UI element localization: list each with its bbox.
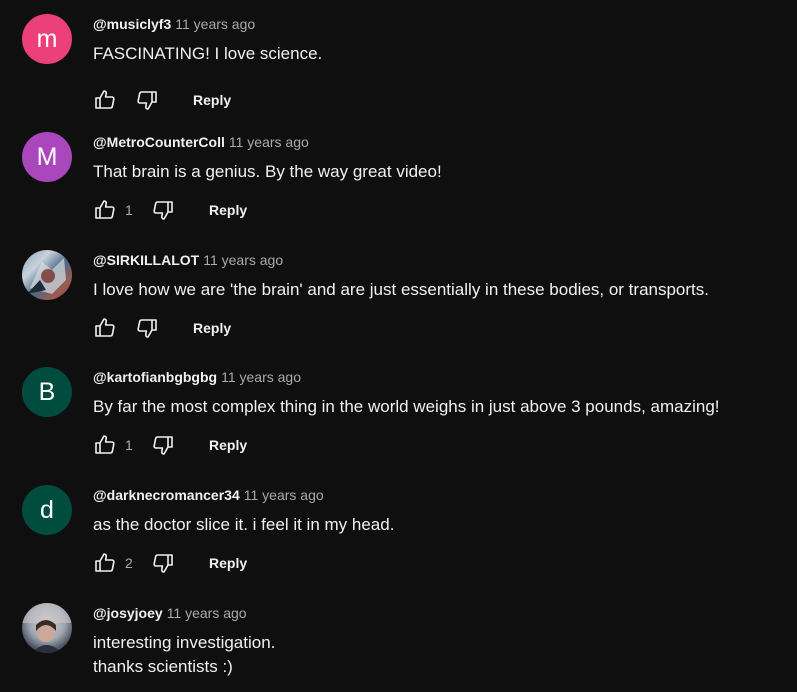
like-count: 1 bbox=[125, 437, 133, 453]
thumbs-down-icon[interactable] bbox=[151, 433, 175, 457]
avatar-image bbox=[27, 258, 66, 294]
comment-actions: Reply bbox=[93, 84, 231, 116]
comment-author[interactable]: @josyjoey bbox=[93, 605, 163, 621]
thumbs-up-icon[interactable] bbox=[93, 316, 117, 340]
reply-button[interactable]: Reply bbox=[193, 320, 231, 336]
reply-button[interactable]: Reply bbox=[209, 555, 247, 571]
comment-text: FASCINATING! I love science. bbox=[93, 44, 323, 63]
comment-actions: 1 Reply bbox=[93, 194, 247, 226]
avatar[interactable]: d bbox=[22, 485, 72, 535]
comment-author[interactable]: @kartofianbgbgbg bbox=[93, 369, 217, 385]
comment-actions: 2 Reply bbox=[93, 547, 247, 579]
comment-text: interesting investigation. thanks scient… bbox=[93, 633, 276, 676]
comment-text: I love how we are 'the brain' and are ju… bbox=[93, 280, 709, 299]
avatar[interactable] bbox=[22, 250, 72, 300]
comment-timestamp[interactable]: 11 years ago bbox=[221, 369, 301, 385]
comment-text: That brain is a genius. By the way great… bbox=[93, 162, 442, 181]
avatar[interactable]: m bbox=[22, 14, 72, 64]
avatar-image bbox=[22, 603, 72, 653]
thumbs-down-icon[interactable] bbox=[135, 316, 159, 340]
comment-actions: 1 Reply bbox=[93, 429, 247, 461]
reply-button[interactable]: Reply bbox=[209, 437, 247, 453]
comment-timestamp[interactable]: 11 years ago bbox=[203, 252, 283, 268]
comment-timestamp[interactable]: 11 years ago bbox=[175, 16, 255, 32]
comment-timestamp[interactable]: 11 years ago bbox=[244, 487, 324, 503]
reply-button[interactable]: Reply bbox=[193, 92, 231, 108]
comment-text: as the doctor slice it. i feel it in my … bbox=[93, 515, 395, 534]
thumbs-up-icon[interactable] bbox=[93, 88, 117, 112]
thumbs-down-icon[interactable] bbox=[151, 551, 175, 575]
like-count: 2 bbox=[125, 555, 133, 571]
comment-actions: Reply bbox=[93, 312, 231, 344]
comment-author[interactable]: @SIRKILLALOT bbox=[93, 252, 199, 268]
reply-button[interactable]: Reply bbox=[209, 202, 247, 218]
avatar[interactable]: B bbox=[22, 367, 72, 417]
avatar[interactable]: M bbox=[22, 132, 72, 182]
comment-timestamp[interactable]: 11 years ago bbox=[167, 605, 247, 621]
comment-author[interactable]: @darknecromancer34 bbox=[93, 487, 240, 503]
thumbs-down-icon[interactable] bbox=[151, 198, 175, 222]
thumbs-down-icon[interactable] bbox=[135, 88, 159, 112]
comment-timestamp[interactable]: 11 years ago bbox=[229, 134, 309, 150]
avatar[interactable] bbox=[22, 603, 72, 653]
thumbs-up-icon[interactable] bbox=[93, 433, 117, 457]
like-count: 1 bbox=[125, 202, 133, 218]
thumbs-up-icon[interactable] bbox=[93, 551, 117, 575]
comment-text: By far the most complex thing in the wor… bbox=[93, 397, 720, 416]
comment-author[interactable]: @musiclyf3 bbox=[93, 16, 171, 32]
thumbs-up-icon[interactable] bbox=[93, 198, 117, 222]
comment-author[interactable]: @MetroCounterColl bbox=[93, 134, 225, 150]
